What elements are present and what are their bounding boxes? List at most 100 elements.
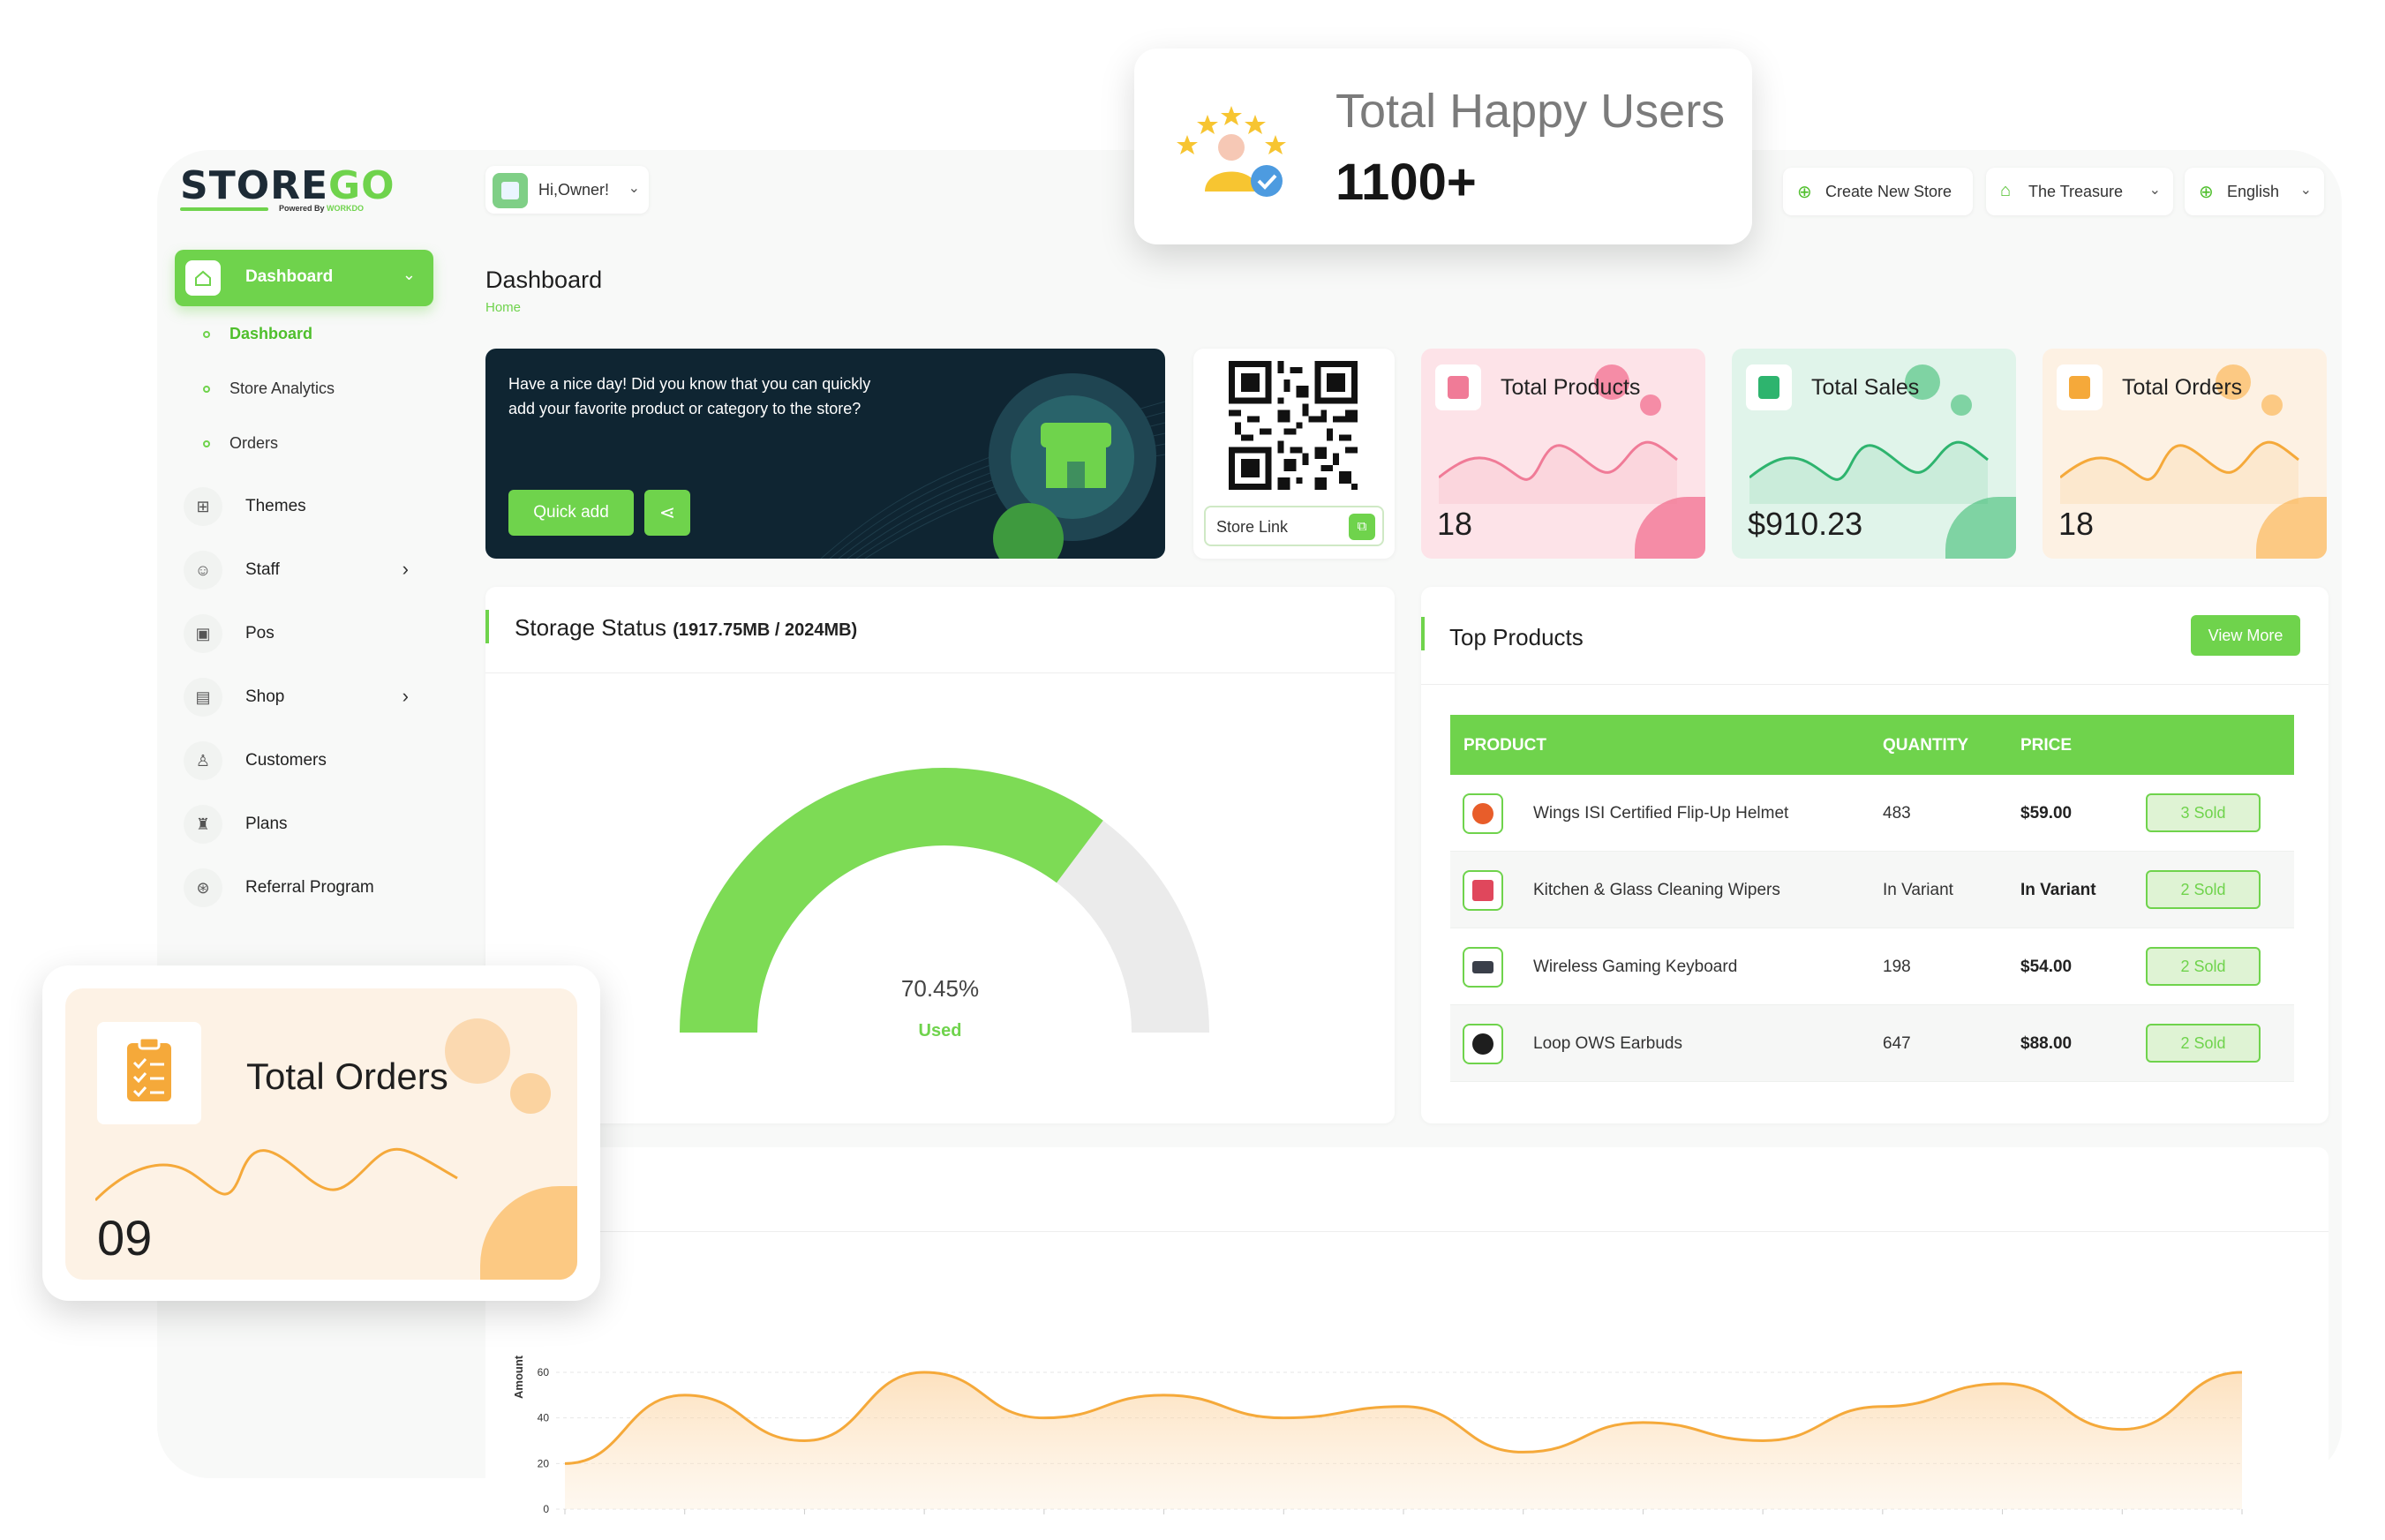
sidebar-item-staff[interactable]: ☺ Staff ›: [184, 551, 426, 590]
sidebar-item-referral-program[interactable]: ⊛ Referral Program: [184, 868, 426, 907]
total-orders-float-card: Total Orders 09: [42, 965, 600, 1301]
user-icon: ♙: [184, 741, 222, 780]
shopping-bag-icon: [1746, 364, 1792, 410]
top-products-title: Top Products: [1449, 624, 1584, 650]
table-row[interactable]: Loop OWS Earbuds 647 $88.00 2 Sold: [1450, 1005, 2294, 1082]
sold-badge: 2 Sold: [2146, 870, 2261, 909]
sidebar-item-shop[interactable]: ▤ Shop ›: [184, 678, 426, 717]
product-quantity: 198: [1883, 958, 1911, 976]
sidebar-subitem-dashboard[interactable]: Dashboard: [203, 325, 312, 343]
product-name: Kitchen & Glass Cleaning Wipers: [1533, 881, 1780, 899]
stat-value: 18: [2058, 506, 2095, 542]
language-selector[interactable]: ⊕ English ⌄: [2185, 168, 2324, 215]
product-name: Wings ISI Certified Flip-Up Helmet: [1533, 804, 1789, 823]
sold-badge: 3 Sold: [2146, 793, 2261, 832]
stat-sparkline: [2060, 440, 2299, 504]
storage-title-text: Storage Status: [515, 614, 666, 641]
logo-powered: Powered By: [279, 204, 325, 213]
sidebar-subitem-orders[interactable]: Orders: [203, 434, 278, 453]
sidebar-item-label: Customers: [245, 751, 327, 770]
storage-status-card: Storage Status (1917.75MB / 2024MB) 70.4…: [485, 587, 1395, 1123]
sidebar-item-plans[interactable]: ♜ Plans: [184, 805, 426, 844]
sidebar-item-label: Shop: [245, 687, 285, 706]
storage-title: Storage Status (1917.75MB / 2024MB): [515, 614, 857, 642]
sidebar-item-dashboard[interactable]: Dashboard ⌄: [175, 250, 433, 306]
avatar: [493, 173, 528, 208]
breadcrumb[interactable]: Home: [485, 300, 521, 315]
chevron-down-icon: ⌄: [2148, 183, 2161, 198]
products-table: PRODUCT QUANTITY PRICE Wings ISI Certifi…: [1450, 715, 2294, 1082]
orders-float-title: Total Orders: [246, 1055, 448, 1097]
decor-corner: [1635, 497, 1705, 559]
sidebar-item-label: Pos: [245, 624, 275, 642]
decor-bubble: [1951, 394, 1972, 416]
product-thumbnail: [1463, 947, 1503, 988]
sidebar-item-themes[interactable]: ⊞ Themes: [184, 487, 426, 526]
user-greeting: Hi,Owner!: [538, 181, 610, 199]
gauge-percent: 70.45%: [900, 975, 980, 1002]
stat-card-total-products: Total Products 18: [1421, 349, 1705, 559]
store-selector[interactable]: ⌂ The Treasure ⌄: [1986, 168, 2173, 215]
y-tick-label: 60: [538, 1366, 550, 1378]
product-quantity: 647: [1883, 1034, 1911, 1053]
product-thumbnail: [1463, 1024, 1503, 1064]
create-store-label: Create New Store: [1825, 183, 1952, 200]
logo-brand-b: GO: [328, 163, 395, 208]
stat-value: 18: [1437, 506, 1473, 542]
bullet-icon: [203, 386, 210, 394]
logo-powered-brand: WORKDO: [327, 204, 365, 213]
sidebar-item-label: Referral Program: [245, 878, 374, 897]
grid-icon: ⊞: [184, 487, 222, 526]
top-products-card: Top Products View More PRODUCT QUANTITY …: [1421, 587, 2329, 1123]
stat-title: Total Products: [1501, 375, 1641, 400]
clipboard-icon: [2057, 364, 2103, 410]
sidebar-item-customers[interactable]: ♙ Customers: [184, 741, 426, 780]
sidebar-item-pos[interactable]: ▣ Pos: [184, 614, 426, 653]
sold-badge: 2 Sold: [2146, 947, 2261, 986]
table-header: PRODUCT QUANTITY PRICE: [1450, 715, 2294, 775]
table-row[interactable]: Kitchen & Glass Cleaning Wipers In Varia…: [1450, 852, 2294, 928]
user-menu[interactable]: Hi,Owner! ⌄: [485, 166, 649, 214]
create-store-button[interactable]: ⊕ Create New Store: [1783, 168, 1973, 215]
happy-users-icon: [1177, 106, 1286, 197]
chevron-down-icon: ⌄: [628, 181, 640, 196]
product-thumbnail: [1463, 793, 1503, 834]
decor-bubble: [2261, 394, 2283, 416]
sidebar-item-label: Plans: [245, 815, 288, 833]
sold-badge: 2 Sold: [2146, 1024, 2261, 1063]
column-header-quantity: QUANTITY: [1883, 736, 1969, 755]
table-row[interactable]: Wireless Gaming Keyboard 198 $54.00 2 So…: [1450, 928, 2294, 1005]
sidebar-item-label: Dashboard: [245, 267, 334, 286]
sidebar-subitem-store-analytics[interactable]: Store Analytics: [203, 379, 335, 398]
language-label: English: [2227, 183, 2280, 200]
product-name: Loop OWS Earbuds: [1533, 1034, 1682, 1053]
product-price: $88.00: [2020, 1034, 2073, 1053]
table-row[interactable]: Wings ISI Certified Flip-Up Helmet 483 $…: [1450, 775, 2294, 852]
trophy-icon: ♜: [184, 805, 222, 844]
chevron-down-icon: ⌄: [2299, 183, 2312, 198]
globe-icon: ⊕: [2199, 183, 2214, 202]
product-price: In Variant: [2020, 881, 2096, 899]
quick-add-button[interactable]: Quick add: [508, 490, 634, 536]
storego-logo[interactable]: STOREGO Powered By WORKDO: [180, 163, 395, 216]
product-price: $59.00: [2020, 804, 2073, 823]
shop-icon: ▤: [184, 678, 222, 717]
sidebar-item-label: Staff: [245, 560, 280, 579]
copy-button[interactable]: ⧉: [1349, 514, 1375, 540]
decor-corner: [2256, 497, 2327, 559]
sales-chart-card: 0 20 40 60 Amount: [485, 1147, 2329, 1518]
sidebar-subitem-label: Dashboard: [229, 325, 313, 342]
store-link-field[interactable]: Store Link ⧉: [1204, 506, 1384, 546]
logo-underline: [180, 207, 268, 211]
share-button[interactable]: ⋖: [644, 490, 690, 536]
box-icon: [1435, 364, 1481, 410]
product-quantity: 483: [1883, 804, 1911, 823]
view-more-button[interactable]: View More: [2191, 615, 2300, 656]
chevron-down-icon: ⌄: [402, 266, 416, 283]
section-accent: [485, 610, 489, 643]
decor-bubble: [510, 1073, 551, 1114]
product-name: Wireless Gaming Keyboard: [1533, 958, 1738, 976]
qr-code[interactable]: [1229, 361, 1358, 490]
home-icon: [185, 260, 221, 296]
chevron-right-icon: ›: [402, 558, 409, 580]
